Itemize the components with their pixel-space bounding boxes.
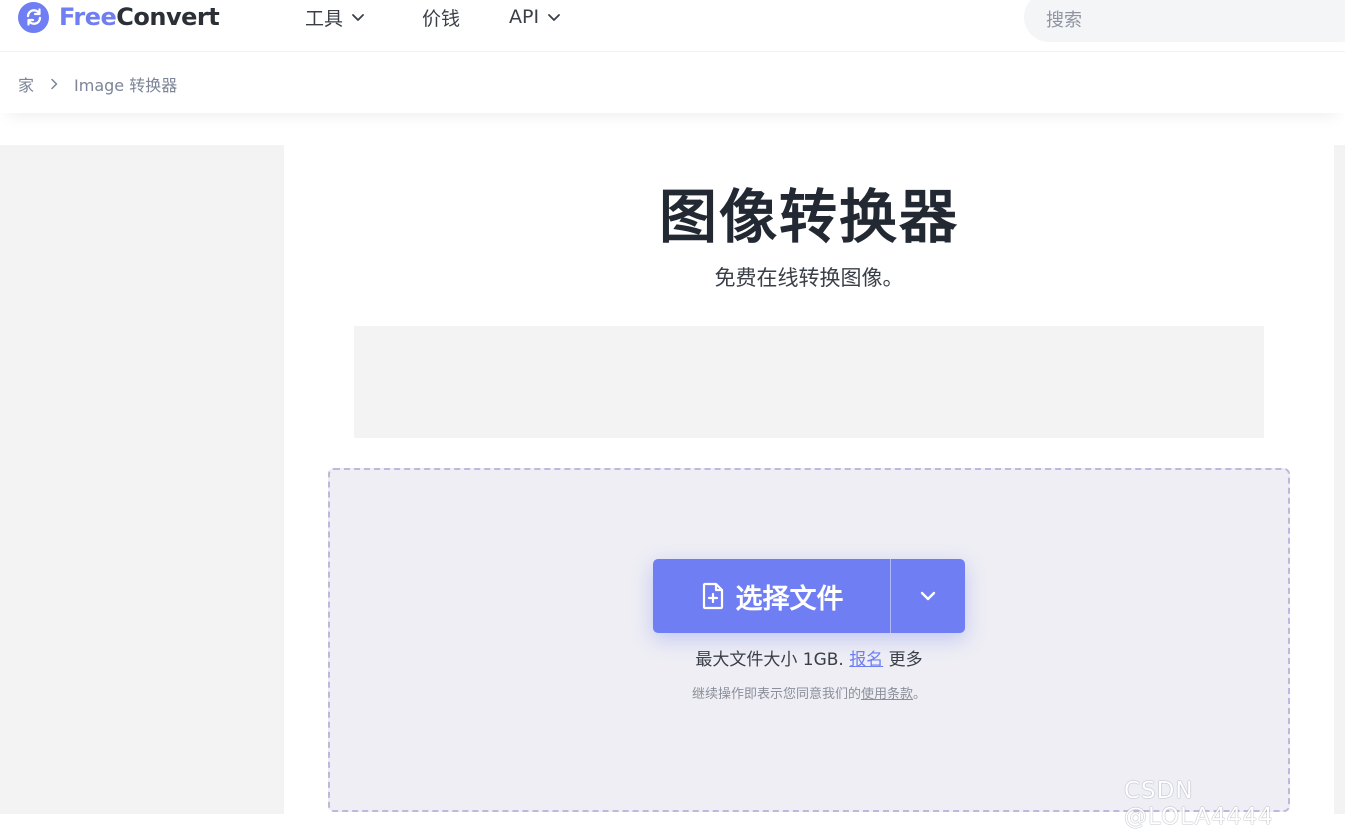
terms-suffix: 。 [913, 687, 927, 702]
max-file-size-note: 最大文件大小 1GB. 报名 更多 [328, 645, 1290, 670]
breadcrumb-home-link[interactable]: 家 [18, 72, 34, 96]
top-navbar: FreeConvert 工具 价钱 API [0, 0, 1345, 52]
right-ad-column [1334, 145, 1345, 814]
watermark: CSDN @LOLA4444 [1124, 778, 1274, 830]
breadcrumb-bar: 家 Image 转换器 [0, 52, 1345, 113]
signup-link[interactable]: 报名 [849, 650, 883, 670]
refresh-logo-icon [18, 1, 49, 33]
nav-api[interactable]: API [509, 4, 561, 30]
more-text: 更多 [888, 650, 923, 670]
chevron-down-icon [548, 14, 560, 21]
chevron-right-icon [51, 78, 58, 90]
logo-convert-text: Convert [116, 3, 220, 31]
file-dropzone[interactable] [328, 468, 1290, 812]
logo[interactable]: FreeConvert [18, 1, 220, 33]
breadcrumb: 家 Image 转换器 [18, 72, 177, 96]
nav-api-label: API [509, 6, 540, 28]
chevron-down-icon [352, 14, 364, 21]
choose-file-label: 选择文件 [735, 583, 844, 615]
nav-tools[interactable]: 工具 [305, 4, 365, 30]
page-subtitle: 免费在线转换图像。 [714, 266, 904, 290]
left-ad-column [0, 145, 284, 814]
upload-source-dropdown-button[interactable] [890, 559, 965, 633]
page-title: 图像转换器 [658, 183, 959, 251]
file-plus-icon [702, 582, 723, 610]
max-size-text: 最大文件大小 1GB. [695, 650, 844, 670]
logo-free-text: Free [59, 3, 117, 31]
terms-of-use-link[interactable]: 使用条款 [861, 687, 913, 702]
breadcrumb-current: Image 转换器 [74, 76, 178, 95]
choose-file-group: 选择文件 [653, 559, 965, 633]
terms-note: 继续操作即表示您同意我们的使用条款。 [328, 683, 1290, 702]
chevron-down-icon [920, 591, 936, 601]
logo-wordmark: FreeConvert [59, 3, 220, 31]
choose-file-button[interactable]: 选择文件 [653, 559, 890, 633]
terms-prefix: 继续操作即表示您同意我们的 [691, 687, 861, 702]
ad-banner-placeholder [354, 326, 1264, 438]
nav-pricing-label: 价钱 [422, 7, 461, 30]
search-input[interactable] [1024, 0, 1345, 42]
nav-pricing[interactable]: 价钱 [422, 4, 460, 30]
nav-tools-label: 工具 [305, 7, 344, 30]
